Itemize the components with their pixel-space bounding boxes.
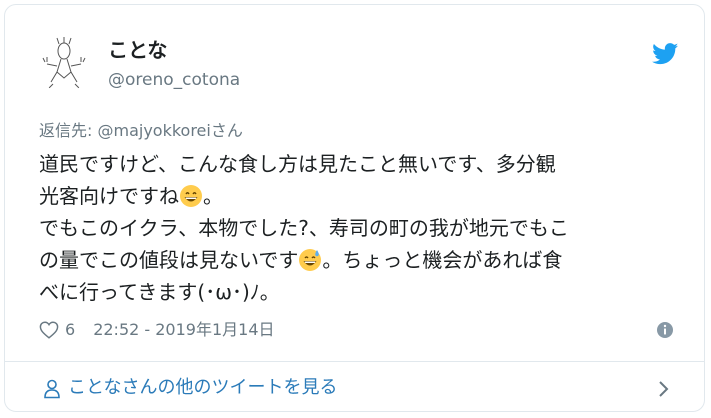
heart-icon[interactable] <box>39 321 59 339</box>
tweet-line: 光客向けですね 。 <box>39 180 679 212</box>
tweet-text: 道民ですけど、こんな食し方は見たこと無いです、多分観 光客向けですね 。 でもこ… <box>39 148 679 308</box>
tweet-line-text: 。ちょっと機会があれば食 <box>322 248 563 272</box>
tweet-line: の量でこの値段は見ないです 。ちょっと機会があれば食 <box>39 244 679 276</box>
more-tweets-label[interactable]: ことなさんの他のツイートを見る <box>68 376 337 400</box>
reply-suffix: さん <box>210 121 243 140</box>
grinning-face-emoji <box>179 184 203 208</box>
tweet-line-text: 光客向けですね <box>39 184 179 208</box>
tweet-line-text: 。 <box>203 184 223 208</box>
more-tweets-link[interactable]: ことなさんの他のツイートを見る <box>5 362 704 411</box>
reply-handle[interactable]: @majyokkorei <box>97 121 210 140</box>
tweet-meta: 6 22:52 - 2019年1月14日 <box>39 319 275 341</box>
tweet-line: べに行ってきます(･ω･)ﾉ。 <box>39 280 280 304</box>
reply-mention-link[interactable]: @majyokkoreiさん <box>97 121 242 140</box>
person-icon <box>43 379 61 399</box>
author-handle[interactable]: @oreno_cotona <box>108 69 240 91</box>
tweet-line: 道民ですけど、こんな食し方は見たこと無いです、多分観 <box>39 152 556 176</box>
reply-to-line: 返信先: @majyokkoreiさん <box>39 120 243 142</box>
tweet-line: でもこのイクラ、本物でした?、寿司の町の我が地元でもこ <box>39 216 569 240</box>
avatar[interactable] <box>35 34 93 92</box>
author-name[interactable]: ことな <box>108 37 167 63</box>
chevron-right-icon[interactable] <box>658 380 670 398</box>
timestamp-link[interactable]: 22:52 - 2019年1月14日 <box>93 319 274 341</box>
tweet-line-text: の量でこの値段は見ないです <box>39 248 299 272</box>
like-count[interactable]: 6 <box>65 319 75 341</box>
reply-prefix: 返信先: <box>39 121 98 140</box>
grinning-sweat-emoji <box>298 248 322 272</box>
embedded-tweet-card: ことな @oreno_cotona 返信先: @majyokkoreiさん 道民… <box>4 4 705 412</box>
twitter-bird-icon[interactable] <box>652 43 679 65</box>
info-icon[interactable] <box>656 321 674 339</box>
